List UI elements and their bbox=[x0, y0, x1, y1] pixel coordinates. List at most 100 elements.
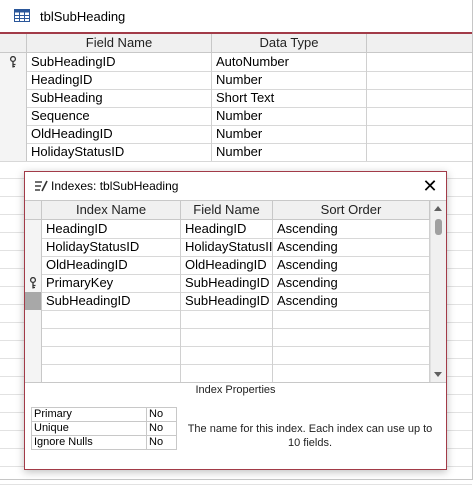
sort-order-cell[interactable]: Ascending bbox=[273, 256, 430, 274]
row-selector[interactable] bbox=[25, 256, 42, 274]
index-name-cell[interactable]: SubHeadingID bbox=[42, 292, 181, 310]
index-row[interactable]: PrimaryKey SubHeadingID Ascending bbox=[25, 274, 430, 293]
row-selector[interactable] bbox=[25, 364, 42, 382]
sort-order-header: Sort Order bbox=[273, 201, 430, 219]
index-field-cell[interactable]: HeadingID bbox=[181, 220, 273, 238]
row-selector[interactable] bbox=[25, 328, 42, 346]
index-name-cell[interactable]: HolidayStatusID bbox=[42, 238, 181, 256]
sort-order-cell[interactable]: Ascending bbox=[273, 220, 430, 238]
dialog-title: Indexes: tblSubHeading bbox=[51, 179, 179, 193]
index-row[interactable]: HolidayStatusID HolidayStatusII Ascending bbox=[25, 238, 430, 257]
index-properties-table: Primary No Unique No Ignore Nulls No bbox=[31, 407, 177, 450]
property-value[interactable]: No bbox=[146, 421, 177, 436]
data-type-header: Data Type bbox=[212, 34, 367, 52]
data-type-cell[interactable]: AutoNumber bbox=[212, 53, 367, 71]
row-selector[interactable] bbox=[0, 125, 27, 143]
index-name-cell[interactable]: OldHeadingID bbox=[42, 256, 181, 274]
data-type-cell[interactable]: Number bbox=[212, 71, 367, 89]
sort-order-cell[interactable] bbox=[273, 310, 430, 328]
field-name-cell[interactable]: SubHeading bbox=[27, 89, 212, 107]
field-row[interactable]: Sequence Number bbox=[0, 107, 472, 126]
design-title: tblSubHeading bbox=[40, 9, 126, 24]
index-field-cell[interactable]: HolidayStatusII bbox=[181, 238, 273, 256]
index-row[interactable] bbox=[25, 346, 430, 365]
row-selector[interactable] bbox=[25, 274, 42, 292]
index-field-cell[interactable]: SubHeadingID bbox=[181, 274, 273, 292]
row-selector[interactable] bbox=[25, 220, 42, 238]
sort-order-cell[interactable] bbox=[273, 364, 430, 382]
row-selector[interactable] bbox=[25, 346, 42, 364]
property-value[interactable]: No bbox=[146, 407, 177, 422]
key-icon bbox=[29, 277, 37, 289]
field-name-header: Field Name bbox=[181, 201, 273, 219]
row-selector[interactable] bbox=[0, 107, 27, 125]
index-field-cell[interactable] bbox=[181, 364, 273, 382]
property-help-text: The name for this index. Each index can … bbox=[187, 423, 433, 449]
data-type-cell[interactable]: Number bbox=[212, 143, 367, 161]
close-icon[interactable]: ✕ bbox=[420, 176, 440, 196]
index-field-cell[interactable] bbox=[181, 346, 273, 364]
index-row[interactable] bbox=[25, 328, 430, 347]
row-selector[interactable] bbox=[25, 310, 42, 328]
data-type-cell[interactable]: Number bbox=[212, 107, 367, 125]
index-row[interactable]: OldHeadingID OldHeadingID Ascending bbox=[25, 256, 430, 275]
row-selector[interactable] bbox=[25, 292, 42, 310]
index-field-cell[interactable]: OldHeadingID bbox=[181, 256, 273, 274]
indexes-dialog: Indexes: tblSubHeading ✕ Index Name Fiel… bbox=[24, 171, 447, 470]
selector-header bbox=[0, 34, 27, 52]
field-name-cell[interactable]: HolidayStatusID bbox=[27, 143, 212, 161]
property-value[interactable]: No bbox=[146, 435, 177, 450]
field-row[interactable]: SubHeadingID AutoNumber bbox=[0, 53, 472, 72]
field-name-cell[interactable]: OldHeadingID bbox=[27, 125, 212, 143]
field-name-cell[interactable]: HeadingID bbox=[27, 71, 212, 89]
property-row: Ignore Nulls No bbox=[31, 435, 177, 450]
dialog-titlebar[interactable]: Indexes: tblSubHeading ✕ bbox=[25, 172, 446, 200]
index-name-cell[interactable]: PrimaryKey bbox=[42, 274, 181, 292]
sort-order-cell[interactable] bbox=[273, 328, 430, 346]
scroll-thumb[interactable] bbox=[435, 219, 442, 235]
scroll-up-icon[interactable] bbox=[434, 206, 442, 211]
property-row: Primary No bbox=[31, 407, 177, 422]
index-name-cell[interactable]: HeadingID bbox=[42, 220, 181, 238]
sort-order-cell[interactable]: Ascending bbox=[273, 238, 430, 256]
index-name-header: Index Name bbox=[42, 201, 181, 219]
scroll-down-icon[interactable] bbox=[434, 372, 442, 377]
row-selector[interactable] bbox=[0, 89, 27, 107]
field-name-cell[interactable]: Sequence bbox=[27, 107, 212, 125]
data-type-cell[interactable]: Number bbox=[212, 125, 367, 143]
field-row[interactable]: SubHeading Short Text bbox=[0, 89, 472, 108]
property-row: Unique No bbox=[31, 421, 177, 436]
indexes-grid: Index Name Field Name Sort Order Heading… bbox=[25, 200, 446, 383]
property-label: Unique bbox=[31, 421, 147, 436]
row-selector[interactable] bbox=[0, 143, 27, 161]
index-name-cell[interactable] bbox=[42, 328, 181, 346]
index-row[interactable] bbox=[25, 310, 430, 329]
field-name-cell[interactable]: SubHeadingID bbox=[27, 53, 212, 71]
sort-order-cell[interactable]: Ascending bbox=[273, 274, 430, 292]
indexes-grid-header: Index Name Field Name Sort Order bbox=[25, 201, 430, 220]
index-name-cell[interactable] bbox=[42, 310, 181, 328]
row-selector[interactable] bbox=[0, 71, 27, 89]
index-name-cell[interactable] bbox=[42, 346, 181, 364]
field-grid-header: Field Name Data Type bbox=[0, 34, 472, 53]
row-selector[interactable] bbox=[0, 53, 27, 71]
vertical-scrollbar[interactable] bbox=[430, 201, 446, 382]
design-tab[interactable]: tblSubHeading bbox=[0, 0, 472, 34]
property-label: Ignore Nulls bbox=[31, 435, 147, 450]
index-field-cell[interactable] bbox=[181, 328, 273, 346]
index-row[interactable]: SubHeadingID SubHeadingID Ascending bbox=[25, 292, 430, 311]
sort-order-cell[interactable]: Ascending bbox=[273, 292, 430, 310]
row-selector[interactable] bbox=[25, 238, 42, 256]
data-type-cell[interactable]: Short Text bbox=[212, 89, 367, 107]
selector-header bbox=[25, 201, 42, 219]
field-row[interactable]: OldHeadingID Number bbox=[0, 125, 472, 144]
field-row[interactable]: HeadingID Number bbox=[0, 71, 472, 90]
index-row[interactable]: HeadingID HeadingID Ascending bbox=[25, 220, 430, 239]
sort-order-cell[interactable] bbox=[273, 346, 430, 364]
index-row[interactable] bbox=[25, 364, 430, 382]
index-field-cell[interactable]: SubHeadingID bbox=[181, 292, 273, 310]
field-row[interactable]: HolidayStatusID Number bbox=[0, 143, 472, 162]
index-name-cell[interactable] bbox=[42, 364, 181, 382]
index-field-cell[interactable] bbox=[181, 310, 273, 328]
index-properties-title: Index Properties bbox=[195, 384, 276, 396]
